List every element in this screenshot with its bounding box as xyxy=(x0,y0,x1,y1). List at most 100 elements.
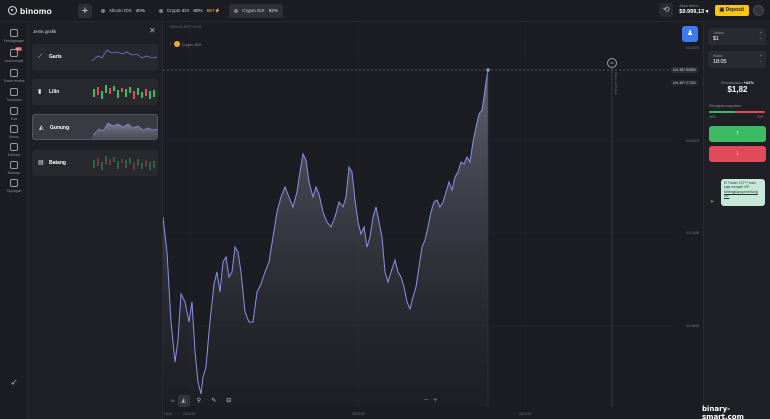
current-price-tag: 641.867 80883 xyxy=(671,67,698,73)
nav-label: Trader teratas xyxy=(3,78,25,83)
nav-label: Turnamen xyxy=(6,97,22,102)
indicators-icon[interactable]: ⚲ xyxy=(193,395,205,407)
nav-label: Tayangan xyxy=(6,188,22,193)
nav-item-education[interactable]: Edukasi xyxy=(0,143,28,157)
price-axis-label: 641.8675 xyxy=(686,46,700,50)
mountain-chart-icon: ◭ xyxy=(39,125,44,131)
chart-area[interactable]: 2022-01-30 07:11:09 ‹ Crypto IDX 01 Wakt… xyxy=(163,22,703,419)
vip-notice: El Trader 137*** baru saja menjadi VIP. … xyxy=(721,179,765,206)
nav-item-top-traders[interactable]: Trader teratas xyxy=(0,69,28,83)
candle xyxy=(101,91,103,99)
time-stepper[interactable]: + − xyxy=(760,53,762,65)
line-preview xyxy=(91,49,158,62)
asset-dot-icon xyxy=(101,8,105,13)
buy-up-button[interactable]: ↑ xyxy=(709,126,766,142)
chart-asset-label[interactable]: ‹ Crypto IDX xyxy=(170,41,201,47)
layout-icon[interactable]: ⊟ xyxy=(223,395,235,407)
asset-tab[interactable]: Altcoin IDX 40% xyxy=(96,4,150,18)
candle-chart-icon: ▮ xyxy=(38,89,42,95)
rocket-icon[interactable]: ➶ xyxy=(8,376,20,388)
chart-type-line[interactable]: ⟋ Garis xyxy=(32,44,158,70)
price-chart[interactable] xyxy=(163,22,703,419)
asset-tab-pct: 82% xyxy=(268,8,278,13)
nav-item-bonus[interactable]: Bonus xyxy=(0,125,28,139)
candle xyxy=(97,87,99,95)
time-field[interactable]: Waktu 18:05 + − xyxy=(708,51,766,68)
profit-value: $1,82 xyxy=(727,85,748,94)
time-value[interactable]: 18:05 xyxy=(713,59,727,65)
trade-panel: Jumlah $1 + − Waktu 18:05 + − Pendapatan +… xyxy=(703,22,770,419)
amount-field[interactable]: Jumlah $1 + − xyxy=(708,28,766,45)
bar-preview xyxy=(93,156,155,170)
asset-tab-name: Crypto IDX xyxy=(242,8,265,13)
timeframe-button[interactable]: 5s xyxy=(171,395,175,407)
zoom-in-icon[interactable]: + xyxy=(433,397,437,404)
time-axis-label: 18:00 xyxy=(164,412,172,416)
mountain-chart-icon[interactable]: ◭ xyxy=(177,395,190,407)
nav-item-help[interactable]: Bantuan xyxy=(0,161,28,175)
chart-type-label: Batang xyxy=(49,160,66,166)
asset-tab-active[interactable]: Crypto IDX 82% xyxy=(229,3,283,18)
education-icon xyxy=(10,143,18,151)
add-asset-button[interactable]: + xyxy=(78,3,92,18)
time-axis-label: 18:02:00 xyxy=(352,412,365,416)
amount-value[interactable]: $1 xyxy=(713,36,719,42)
second-price-tag: 641.867 07363 xyxy=(671,80,698,86)
amount-stepper[interactable]: + − xyxy=(760,30,762,42)
sentiment-bar xyxy=(709,111,765,113)
sell-down-button[interactable]: ↓ xyxy=(709,146,766,162)
chart-toolbar: 5s ◭ ⚲ ✎ ⊟ xyxy=(171,395,235,407)
nav-item-signals[interactable]: 99+ Acara sinyal xyxy=(0,47,28,63)
notice-link[interactable]: Selengkapnya tentang VIP xyxy=(724,190,758,198)
price-area xyxy=(163,70,488,407)
chart-icon xyxy=(10,29,18,37)
price-axis-label: 641.8665 xyxy=(686,231,700,235)
logo-mark-icon xyxy=(8,6,17,15)
sync-icon[interactable]: ⟲ xyxy=(659,3,674,17)
deposit-button[interactable]: ▣ Deposit xyxy=(714,4,749,16)
candle xyxy=(93,89,95,97)
avatar[interactable] xyxy=(753,4,764,16)
zoom-out-icon[interactable]: − xyxy=(424,397,428,404)
time-label: Waktu xyxy=(713,53,723,58)
chart-type-label: Lilin xyxy=(49,89,60,95)
candle xyxy=(133,91,135,99)
chart-type-candle[interactable]: ▮ Lilin xyxy=(32,79,158,105)
nav-item-trade[interactable]: Perdagangan xyxy=(0,29,28,43)
chart-type-mountain[interactable]: ◭ Gunung xyxy=(32,114,158,140)
asset-dot-icon xyxy=(158,8,163,13)
nav-item-video[interactable]: Tayangan xyxy=(0,179,28,193)
candle xyxy=(105,85,107,93)
account-selector[interactable]: Akun demo $9.999,13 ▾ xyxy=(679,4,708,15)
price-axis-label: 641.8660 xyxy=(686,324,700,328)
logo-text: binomo xyxy=(20,5,52,16)
asset-name: Crypto IDX xyxy=(181,41,202,47)
chart-type-bar[interactable]: ▤ Batang xyxy=(32,150,158,176)
mountain-preview xyxy=(91,122,157,139)
nav-item-tournaments[interactable]: Turnamen xyxy=(0,88,28,102)
close-icon[interactable]: ✕ xyxy=(149,26,156,35)
asset-coin-icon xyxy=(173,41,180,47)
asset-tab[interactable]: Crypto IDX 80% 55T⚡ xyxy=(154,4,225,18)
chart-type-label: Gunung xyxy=(50,125,70,131)
user-icon: ♟ xyxy=(686,30,694,37)
logo[interactable]: binomo xyxy=(8,6,74,16)
help-icon xyxy=(10,161,18,169)
asset-tab-bonus: 55T⚡ xyxy=(206,7,221,13)
pencil-icon[interactable]: ✎ xyxy=(208,395,220,407)
asset-tab-pct: 80% xyxy=(193,8,203,13)
candle xyxy=(129,87,131,93)
sentiment-label: Pendapat mayoritas xyxy=(709,104,741,108)
social-trading-button[interactable]: ♟ xyxy=(682,26,698,42)
top-bar: binomo + Altcoin IDX 40% Crypto IDX 80% … xyxy=(0,0,770,22)
amount-label: Jumlah xyxy=(713,30,724,35)
nav-label: Bantuan xyxy=(7,170,21,175)
candle xyxy=(117,90,119,98)
time-axis-label: 18:03:00 xyxy=(519,412,532,416)
trophy-icon xyxy=(10,69,18,77)
chart-type-label: Garis xyxy=(49,54,62,60)
candle-preview xyxy=(93,85,155,99)
time-axis-label: 18:01:00 xyxy=(183,412,196,416)
sentiment-fill xyxy=(709,111,735,113)
nav-item-quiz[interactable]: Kuis xyxy=(0,107,28,121)
